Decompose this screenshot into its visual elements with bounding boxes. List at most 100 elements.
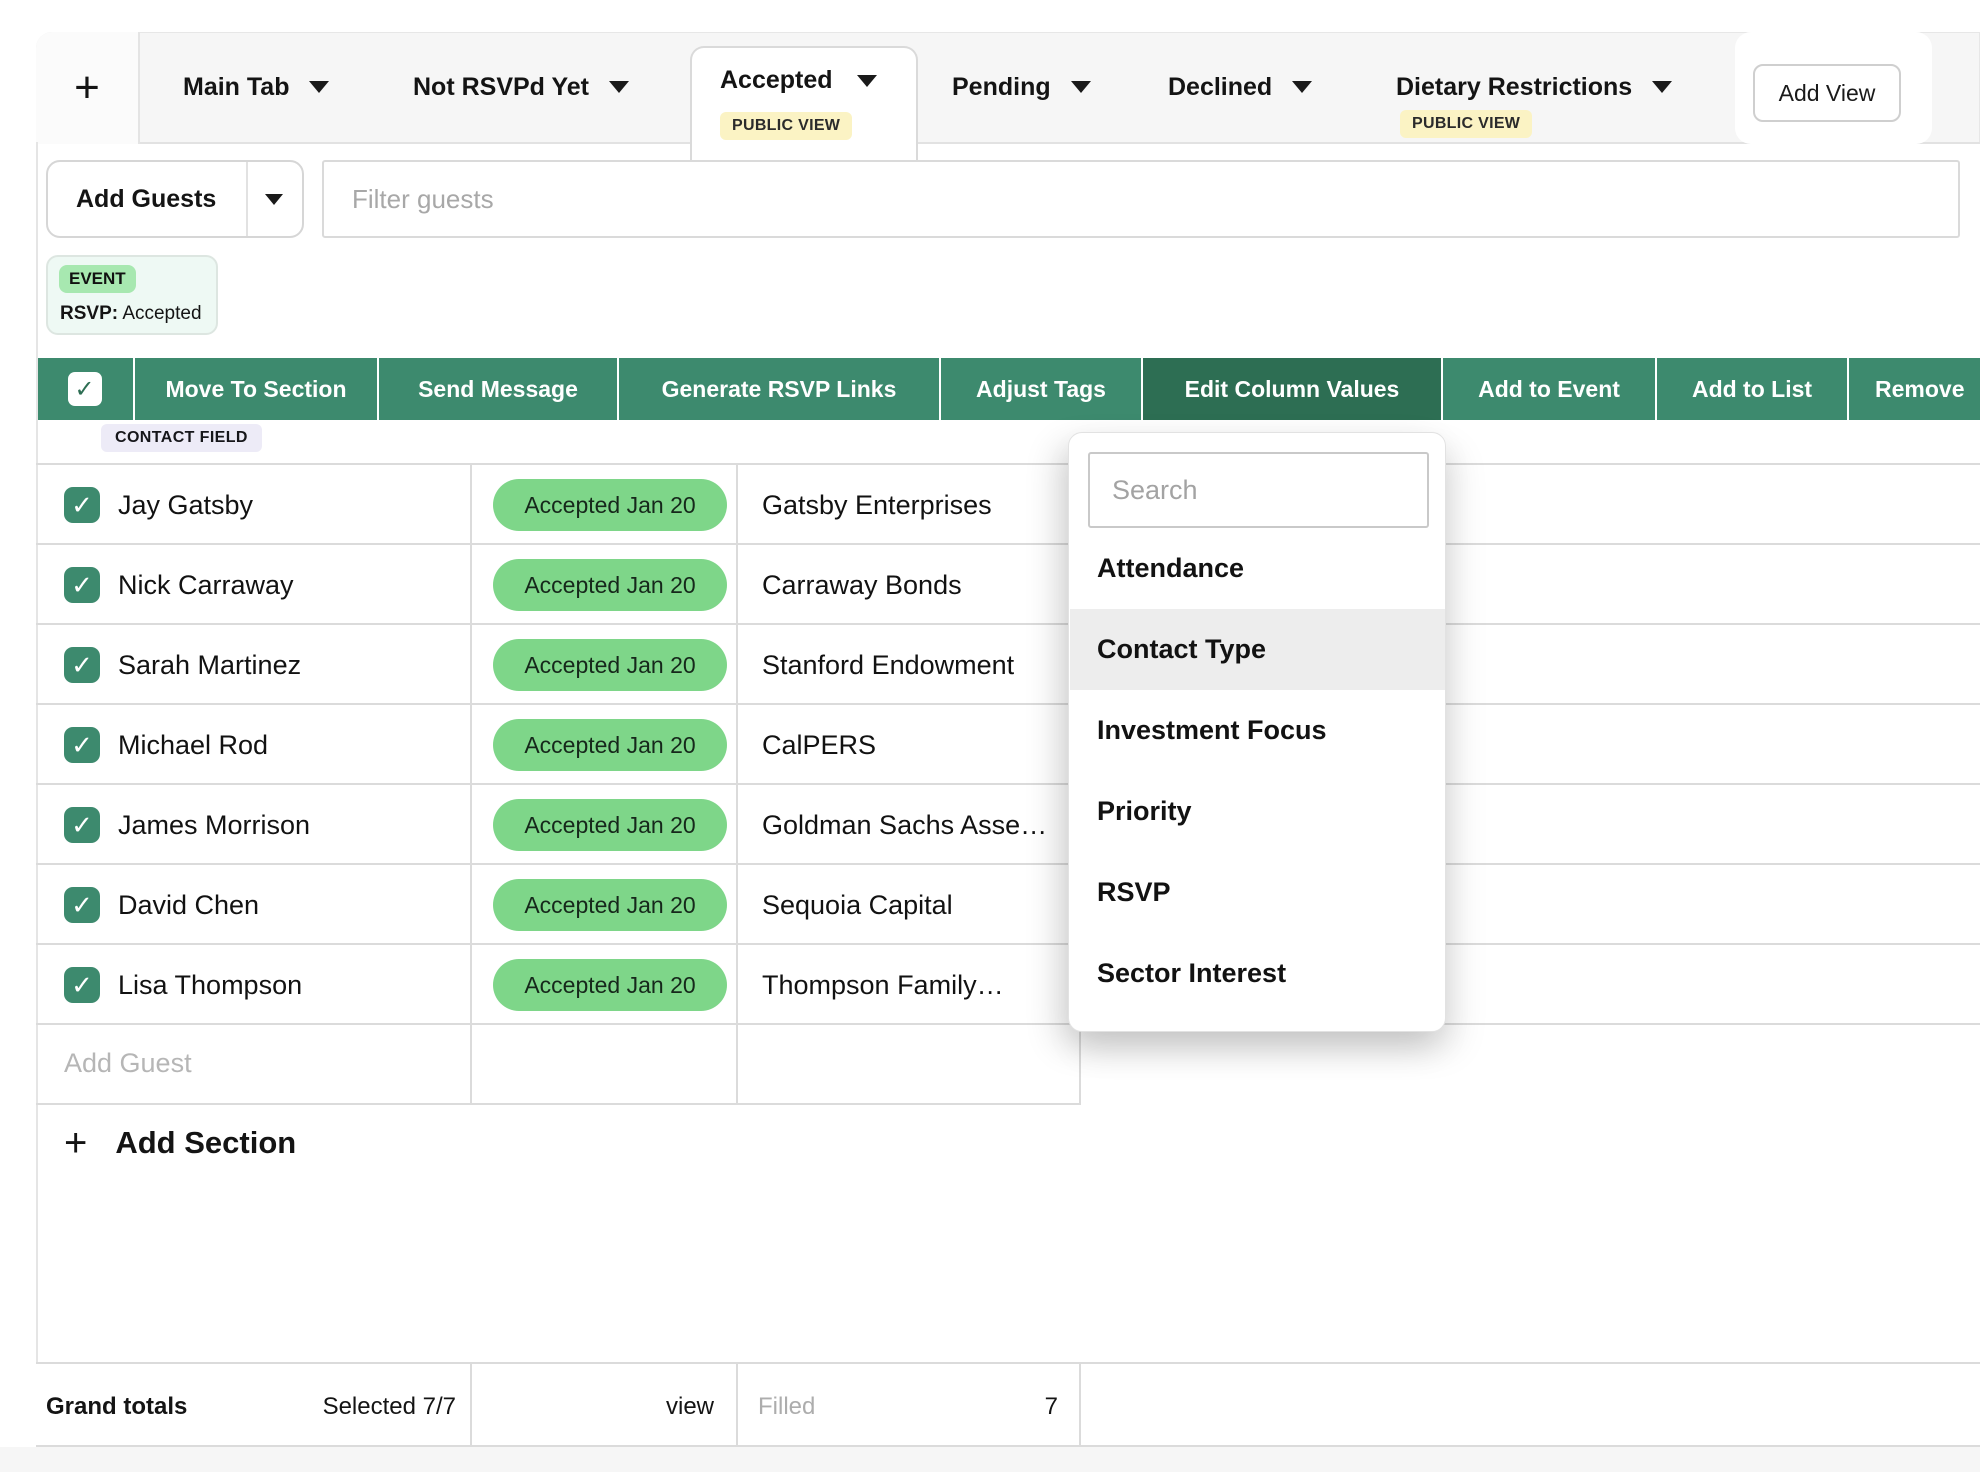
row-checkbox[interactable]: ✓ [64, 967, 100, 1003]
guest-name[interactable]: James Morrison [118, 785, 310, 865]
action-label: Move To Section [165, 376, 346, 403]
rsvp-filter-value: Accepted [122, 303, 201, 324]
bulk-action-toolbar: ✓ Move To Section Send Message Generate … [36, 358, 1980, 420]
tab-strip-divider [36, 142, 1980, 144]
add-guests-label: Add Guests [76, 162, 216, 236]
adjust-tags-button[interactable]: Adjust Tags [941, 358, 1141, 420]
dropdown-item-priority[interactable]: Priority [1070, 771, 1445, 852]
add-to-event-button[interactable]: Add to Event [1443, 358, 1655, 420]
action-label: Add to List [1692, 376, 1812, 403]
guest-name[interactable]: Sarah Martinez [118, 625, 301, 705]
dropdown-item-contact-type[interactable]: Contact Type [1070, 609, 1445, 690]
row-checkbox[interactable]: ✓ [64, 647, 100, 683]
dropdown-item-investment-focus[interactable]: Investment Focus [1070, 690, 1445, 771]
rsvp-filter-field: RSVP: [60, 303, 118, 324]
guest-name[interactable]: Michael Rod [118, 705, 268, 785]
row-checkbox[interactable]: ✓ [64, 727, 100, 763]
guest-name[interactable]: Lisa Thompson [118, 945, 302, 1025]
dropdown-item-list: Attendance Contact Type Investment Focus… [1070, 528, 1445, 1014]
rsvp-status-pill[interactable]: Accepted Jan 20 [493, 959, 727, 1011]
public-view-badge: PUBLIC VIEW [720, 112, 852, 140]
company-cell[interactable]: Sequoia Capital [762, 865, 953, 945]
dropdown-search-input[interactable] [1088, 452, 1429, 528]
tab-label: Not RSVPd Yet [413, 73, 589, 102]
add-guests-button[interactable]: Add Guests [46, 160, 304, 238]
row-checkbox[interactable]: ✓ [64, 567, 100, 603]
rsvp-status-pill[interactable]: Accepted Jan 20 [493, 479, 727, 531]
company-cell[interactable]: Gatsby Enterprises [762, 465, 992, 545]
send-message-button[interactable]: Send Message [379, 358, 617, 420]
tab-pending[interactable]: Pending [952, 32, 1091, 142]
public-view-badge: PUBLIC VIEW [1400, 110, 1532, 138]
chevron-down-icon [857, 75, 877, 87]
remove-button[interactable]: Remove [1849, 358, 1980, 420]
column-divider [1079, 1364, 1081, 1449]
filter-guests-input[interactable] [322, 160, 1960, 238]
checkbox-check-icon: ✓ [71, 730, 93, 761]
chevron-down-icon [265, 194, 283, 205]
tab-label: Main Tab [183, 73, 289, 102]
selected-count: Selected 7/7 [236, 1364, 456, 1449]
action-label: Generate RSVP Links [662, 376, 897, 403]
checkbox-check-icon: ✓ [71, 890, 93, 921]
column-divider [470, 1364, 472, 1449]
table-row: ✓ James Morrison Accepted Jan 20 Goldman… [36, 785, 1980, 865]
action-label: Adjust Tags [976, 376, 1106, 403]
company-cell[interactable]: Goldman Sachs Asse… [762, 785, 1047, 865]
company-cell[interactable]: Stanford Endowment [762, 625, 1014, 705]
add-to-list-button[interactable]: Add to List [1657, 358, 1847, 420]
add-section-label: Add Section [115, 1125, 296, 1161]
filled-label: Filled [758, 1364, 815, 1449]
chevron-down-icon [609, 81, 629, 93]
dropdown-item-rsvp[interactable]: RSVP [1070, 852, 1445, 933]
checkbox-check-icon: ✓ [71, 570, 93, 601]
table-row: ✓ Michael Rod Accepted Jan 20 CalPERS [36, 705, 1980, 785]
tab-label: Dietary Restrictions [1396, 73, 1632, 102]
add-view-label: Add View [1779, 80, 1876, 107]
company-cell[interactable]: CalPERS [762, 705, 876, 785]
add-section-button[interactable]: + Add Section [64, 1112, 296, 1174]
select-all-checkbox[interactable]: ✓ [36, 358, 133, 420]
company-cell[interactable]: Carraway Bonds [762, 545, 962, 625]
company-cell[interactable]: Thompson Family… [762, 945, 1004, 1025]
add-view-button[interactable]: Add View [1753, 64, 1901, 122]
tab-not-rsvpd-yet[interactable]: Not RSVPd Yet [413, 32, 629, 142]
add-guests-dropdown-toggle[interactable] [246, 162, 302, 236]
checkbox-check-icon: ✓ [71, 970, 93, 1001]
rsvp-filter-chip[interactable]: EVENT RSVP: Accepted [46, 255, 218, 335]
row-checkbox[interactable]: ✓ [64, 887, 100, 923]
checkbox-check-icon: ✓ [68, 372, 102, 406]
chevron-down-icon [309, 81, 329, 93]
guest-name[interactable]: David Chen [118, 865, 259, 945]
guest-name[interactable]: Nick Carraway [118, 545, 294, 625]
guest-list-app: + Main Tab Not RSVPd Yet Accepted PUBLIC… [0, 0, 1980, 1472]
table-row: ✓ Nick Carraway Accepted Jan 20 Carraway… [36, 545, 1980, 625]
add-guest-placeholder: Add Guest [64, 1023, 192, 1103]
generate-rsvp-links-button[interactable]: Generate RSVP Links [619, 358, 939, 420]
rsvp-status-pill[interactable]: Accepted Jan 20 [493, 639, 727, 691]
column-divider [736, 1364, 738, 1449]
chevron-down-icon [1292, 81, 1312, 93]
rsvp-status-pill[interactable]: Accepted Jan 20 [493, 719, 727, 771]
add-guest-row[interactable]: Add Guest [36, 1023, 1079, 1105]
add-tab-button[interactable]: + [36, 32, 140, 144]
guest-name[interactable]: Jay Gatsby [118, 465, 253, 545]
row-checkbox[interactable]: ✓ [64, 807, 100, 843]
plus-icon: + [74, 63, 100, 113]
dropdown-item-attendance[interactable]: Attendance [1070, 528, 1445, 609]
tab-accepted[interactable]: Accepted PUBLIC VIEW [690, 46, 918, 160]
checkbox-check-icon: ✓ [71, 490, 93, 521]
action-label: Send Message [418, 376, 578, 403]
tab-declined[interactable]: Declined [1168, 32, 1312, 142]
rsvp-status-pill[interactable]: Accepted Jan 20 [493, 879, 727, 931]
rsvp-status-pill[interactable]: Accepted Jan 20 [493, 559, 727, 611]
row-checkbox[interactable]: ✓ [64, 487, 100, 523]
chevron-down-icon [1652, 81, 1672, 93]
tab-main[interactable]: Main Tab [183, 32, 329, 142]
rsvp-status-pill[interactable]: Accepted Jan 20 [493, 799, 727, 851]
move-to-section-button[interactable]: Move To Section [135, 358, 377, 420]
checkbox-check-icon: ✓ [71, 810, 93, 841]
edit-column-values-button[interactable]: Edit Column Values [1143, 358, 1441, 420]
view-summary[interactable]: view [496, 1364, 714, 1449]
dropdown-item-sector-interest[interactable]: Sector Interest [1070, 933, 1445, 1014]
